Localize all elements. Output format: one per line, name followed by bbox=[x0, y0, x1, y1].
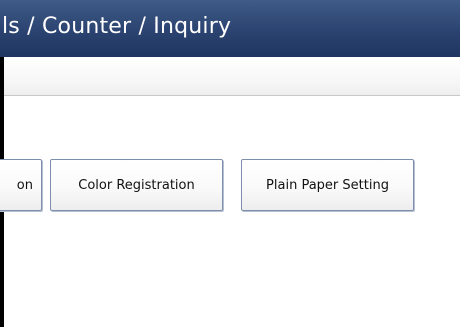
page-title: ls / Counter / Inquiry bbox=[2, 14, 232, 39]
title-bar: ls / Counter / Inquiry bbox=[0, 0, 460, 57]
plain-paper-setting-button[interactable]: Plain Paper Setting bbox=[241, 159, 414, 211]
partially-visible-button[interactable]: on bbox=[0, 159, 42, 211]
partial-button-label: on bbox=[16, 177, 33, 193]
content-area bbox=[4, 96, 460, 327]
color-registration-button[interactable]: Color Registration bbox=[50, 159, 223, 211]
plain-paper-setting-label: Plain Paper Setting bbox=[266, 177, 389, 193]
sub-header-bar bbox=[4, 57, 460, 96]
settings-screen: ls / Counter / Inquiry on Color Registra… bbox=[0, 0, 460, 327]
color-registration-label: Color Registration bbox=[78, 177, 195, 193]
